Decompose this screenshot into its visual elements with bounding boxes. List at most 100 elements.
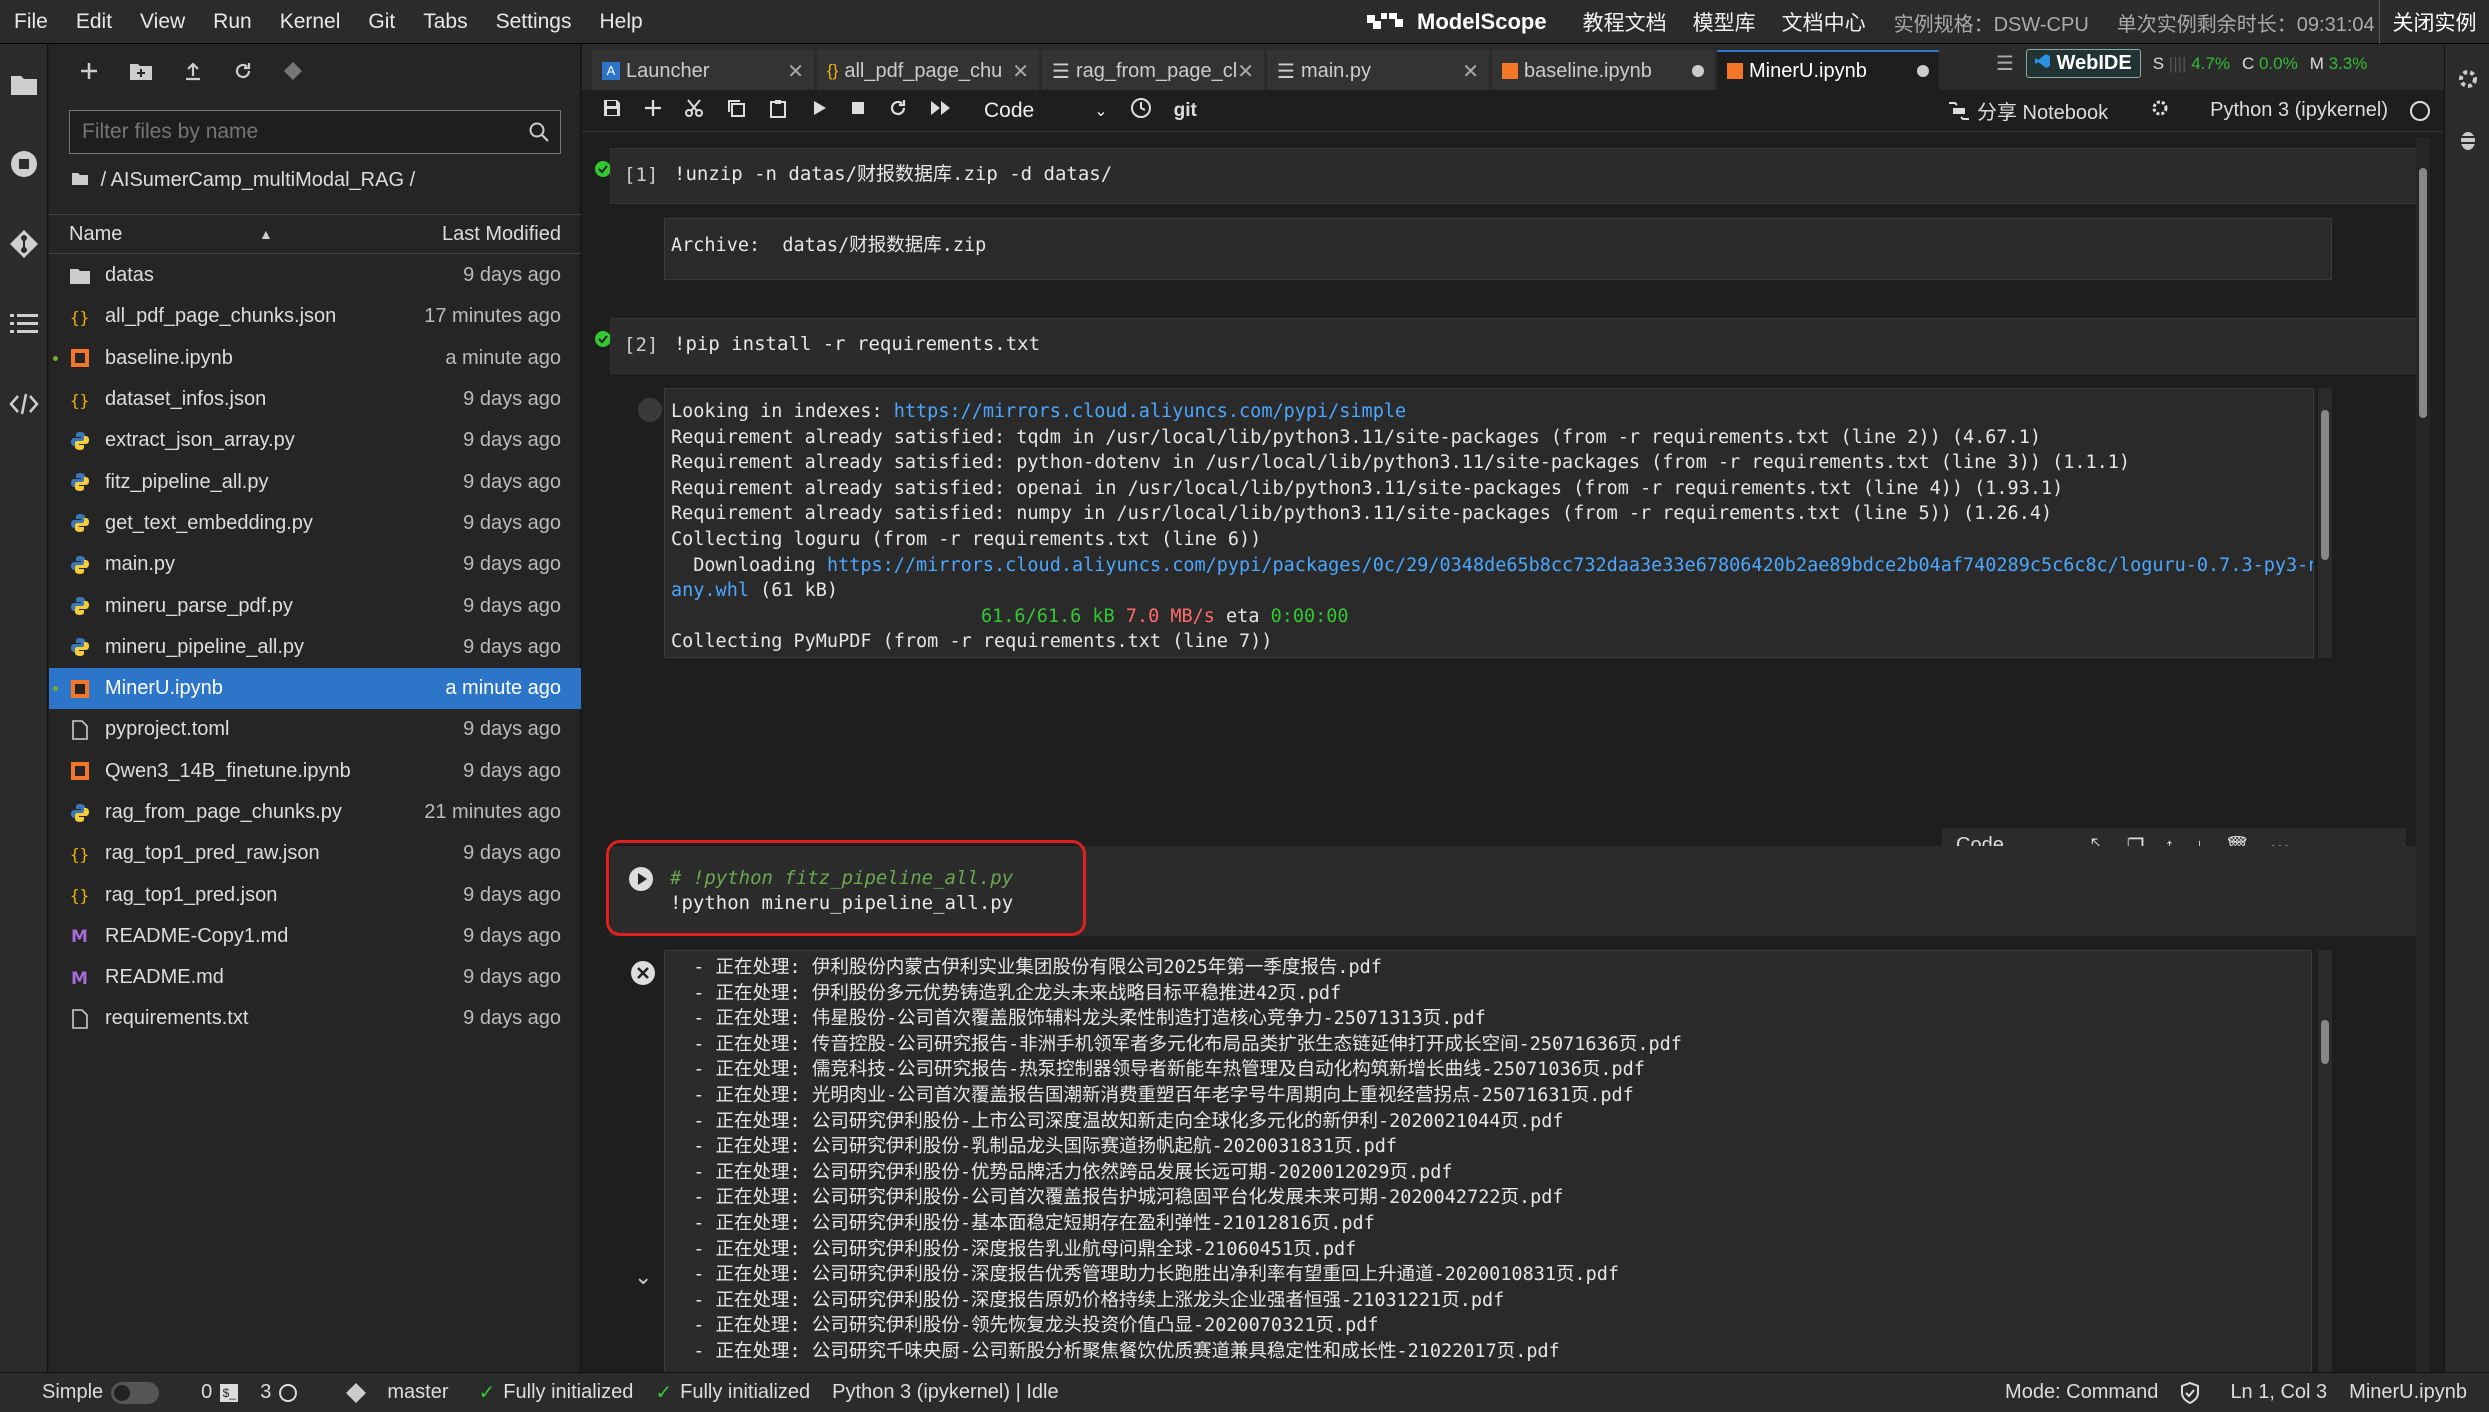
tab-launcher[interactable]: A Launcher ✕: [592, 50, 814, 90]
tab-rag-from-page-cl[interactable]: ☰ rag_from_page_cl ✕: [1042, 50, 1264, 90]
kernel-status[interactable]: Python 3 (ipykernel) | Idle: [832, 1381, 1058, 1404]
file-row[interactable]: Qwen3_14B_finetune.ipynb 9 days ago: [49, 751, 581, 792]
menu-settings[interactable]: Settings: [482, 0, 586, 44]
file-row[interactable]: MinerU.ipynb a minute ago: [49, 667, 581, 710]
menu-help[interactable]: Help: [586, 0, 657, 44]
kernels-count[interactable]: 3: [260, 1381, 298, 1404]
file-row[interactable]: {} dataset_infos.json 9 days ago: [49, 379, 581, 420]
file-row[interactable]: datas 9 days ago: [49, 255, 581, 296]
close-icon[interactable]: ✕: [1462, 59, 1479, 84]
toc-tab[interactable]: [0, 284, 48, 364]
unsaved-dot[interactable]: [1692, 65, 1704, 77]
scroll-to-bottom-icon[interactable]: ⌄: [634, 1264, 652, 1290]
simple-mode-toggle[interactable]: Simple: [42, 1381, 160, 1404]
upload-button[interactable]: [183, 61, 203, 87]
clear-output-icon[interactable]: [638, 398, 662, 422]
kernel-name[interactable]: Python 3 (ipykernel): [2210, 99, 2388, 122]
run-button[interactable]: [810, 99, 828, 123]
file-browser-tab[interactable]: [0, 44, 48, 124]
copy-button[interactable]: [726, 98, 746, 124]
scroll-thumb[interactable]: [2321, 410, 2329, 560]
close-instance-button[interactable]: 关闭实例: [2379, 0, 2489, 44]
code-cell-2[interactable]: [2] !pip install -r requirements.txt Loo…: [590, 316, 2422, 676]
link-model-library[interactable]: 模型库: [1693, 7, 1756, 37]
menu-view[interactable]: View: [126, 0, 199, 44]
code-snippets-tab[interactable]: [0, 364, 48, 444]
git-diff-button[interactable]: git: [1174, 100, 1197, 122]
cell-3-comment[interactable]: # !python fitz_pipeline_all.py: [670, 866, 1013, 891]
cell-3-output-scrollbar[interactable]: [2318, 950, 2332, 1372]
file-row[interactable]: baseline.ipynb a minute ago: [49, 338, 581, 379]
cell-2-output-scrollbar[interactable]: [2318, 388, 2332, 658]
file-row[interactable]: M README-Copy1.md 9 days ago: [49, 916, 581, 957]
scroll-thumb[interactable]: [2321, 1020, 2329, 1064]
git-clone-button[interactable]: [283, 61, 303, 87]
new-launcher-button[interactable]: [79, 61, 99, 87]
cut-button[interactable]: [684, 98, 704, 124]
scroll-thumb[interactable]: [2419, 168, 2427, 418]
kernel-settings-icon[interactable]: [2150, 98, 2170, 124]
cell-type-select[interactable]: Code ⌄: [984, 99, 1108, 123]
tab-mineru-ipynb[interactable]: MinerU.ipynb: [1717, 50, 1939, 90]
property-inspector-tab[interactable]: [2445, 44, 2489, 114]
file-row[interactable]: mineru_pipeline_all.py 9 days ago: [49, 627, 581, 668]
lsp-status-1[interactable]: ✓ Fully initialized: [479, 1380, 634, 1405]
file-row[interactable]: {} rag_top1_pred_raw.json 9 days ago: [49, 833, 581, 874]
insert-cell-button[interactable]: [644, 99, 662, 123]
tab-overflow-icon[interactable]: ☰: [1996, 51, 2014, 76]
file-row[interactable]: rag_from_page_chunks.py 21 minutes ago: [49, 792, 581, 833]
run-all-button[interactable]: [930, 99, 952, 123]
close-icon[interactable]: ✕: [787, 59, 804, 84]
debugger-tab[interactable]: [2445, 114, 2489, 164]
toggle-switch[interactable]: [111, 1381, 160, 1404]
file-row[interactable]: {} rag_top1_pred.json 9 days ago: [49, 874, 581, 915]
refresh-button[interactable]: [233, 61, 253, 87]
file-row[interactable]: main.py 9 days ago: [49, 544, 581, 585]
cursor-position[interactable]: Ln 1, Col 3: [2230, 1381, 2327, 1404]
sort-ascending-icon[interactable]: ▲: [259, 226, 273, 242]
cell-3-code[interactable]: !python mineru_pipeline_all.py: [670, 891, 1013, 916]
file-row[interactable]: extract_json_array.py 9 days ago: [49, 420, 581, 461]
webide-button[interactable]: WebIDE: [2025, 49, 2141, 78]
menu-git[interactable]: Git: [354, 0, 409, 44]
restart-button[interactable]: [888, 98, 908, 124]
terminals-count[interactable]: 0 $_: [201, 1381, 239, 1404]
tab-baseline-ipynb[interactable]: baseline.ipynb: [1492, 50, 1714, 90]
close-icon[interactable]: ✕: [1237, 59, 1254, 84]
link-tutorial-docs[interactable]: 教程文档: [1583, 7, 1667, 37]
file-filter-input[interactable]: [82, 120, 528, 144]
tab-all-pdf-page-chu[interactable]: {} all_pdf_page_chu ✕: [817, 50, 1039, 90]
link-doc-center[interactable]: 文档中心: [1782, 7, 1866, 37]
file-row[interactable]: fitz_pipeline_all.py 9 days ago: [49, 461, 581, 502]
file-row[interactable]: pyproject.toml 9 days ago: [49, 709, 581, 750]
notebook-scrollbar[interactable]: [2416, 138, 2430, 1372]
git-tab[interactable]: [0, 204, 48, 284]
code-cell-3[interactable]: Code⌄ ⤡ ❐ ↑ ↓ 🗑 ⋯ # !python fitz_pipelin…: [590, 828, 2422, 1372]
new-folder-button[interactable]: [129, 61, 153, 87]
run-cell-icon[interactable]: [628, 866, 654, 892]
unsaved-dot[interactable]: [1917, 65, 1929, 77]
menu-kernel[interactable]: Kernel: [266, 0, 355, 44]
save-button[interactable]: [602, 98, 622, 124]
file-row[interactable]: mineru_parse_pdf.py 9 days ago: [49, 585, 581, 626]
code-cell-1[interactable]: [1] !unzip -n datas/财报数据库.zip -d datas/ …: [590, 146, 2422, 280]
git-branch[interactable]: master: [345, 1381, 449, 1404]
file-row[interactable]: {} all_pdf_page_chunks.json 17 minutes ago: [49, 296, 581, 337]
column-name-header[interactable]: Name: [69, 223, 249, 246]
menu-tabs[interactable]: Tabs: [409, 0, 481, 44]
lsp-status-2[interactable]: ✓ Fully initialized: [655, 1380, 810, 1405]
running-tab[interactable]: [0, 124, 48, 204]
trusted-icon[interactable]: [2180, 1381, 2200, 1404]
file-row[interactable]: get_text_embedding.py 9 days ago: [49, 503, 581, 544]
file-row[interactable]: requirements.txt 9 days ago: [49, 998, 581, 1039]
menu-run[interactable]: Run: [199, 0, 266, 44]
paste-button[interactable]: [768, 98, 788, 124]
cell-2-code[interactable]: !pip install -r requirements.txt: [674, 332, 1040, 357]
tab-main-py[interactable]: ☰ main.py ✕: [1267, 50, 1489, 90]
menu-file[interactable]: File: [0, 0, 62, 44]
close-icon[interactable]: ✕: [1012, 59, 1029, 84]
interrupt-button[interactable]: [850, 99, 866, 122]
clock-icon[interactable]: [1130, 97, 1152, 125]
cell-1-code[interactable]: !unzip -n datas/财报数据库.zip -d datas/: [674, 162, 1112, 187]
file-row[interactable]: M README.md 9 days ago: [49, 957, 581, 998]
